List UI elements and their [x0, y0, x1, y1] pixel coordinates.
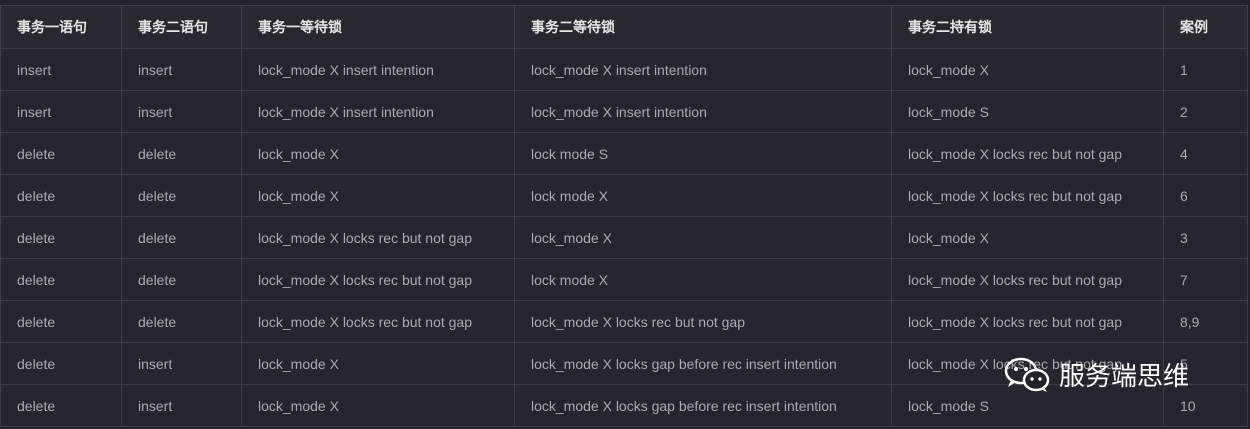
cell-tx1-waiting-lock: lock_mode X locks rec but not gap — [241, 300, 515, 343]
cell-tx2-waiting-lock: lock mode X — [514, 258, 892, 301]
cell-tx1-statement: delete — [0, 216, 122, 259]
cell-tx2-waiting-lock: lock_mode X locks gap before rec insert … — [514, 384, 892, 427]
cell-tx1-statement: delete — [0, 132, 122, 175]
cell-tx1-statement: delete — [0, 384, 122, 427]
cell-case: 7 — [1163, 258, 1248, 301]
cell-tx1-waiting-lock: lock_mode X — [241, 384, 515, 427]
table-row: insert insert lock_mode X insert intention… — [0, 90, 1248, 133]
header-tx2-waiting-lock: 事务二等待锁 — [514, 5, 892, 49]
cell-case: 2 — [1163, 90, 1248, 133]
table-row: delete delete lock_mode X locks rec but no… — [0, 300, 1248, 343]
cell-tx1-statement: delete — [0, 258, 122, 301]
cell-tx2-held-lock: lock_mode X locks rec but not gap — [891, 300, 1164, 343]
cell-tx2-statement: insert — [121, 90, 242, 133]
cell-tx2-held-lock: lock_mode X — [891, 216, 1164, 259]
table-row: delete delete lock_mode Xlock mode Slock_m… — [0, 132, 1248, 175]
cell-tx2-held-lock: lock_mode X locks rec but not gap — [891, 258, 1164, 301]
cell-tx2-waiting-lock: lock_mode X locks gap before rec insert … — [514, 342, 892, 385]
cell-tx2-statement: insert — [121, 48, 242, 91]
watermark: 服务端思维 — [1003, 354, 1189, 394]
table-row: delete delete lock_mode X locks rec but no… — [0, 258, 1248, 301]
cell-tx2-statement: delete — [121, 258, 242, 301]
table-row: delete delete lock_mode X locks rec but no… — [0, 216, 1248, 259]
cell-tx2-statement: insert — [121, 342, 242, 385]
header-tx2-statement: 事务二语句 — [121, 5, 242, 49]
cell-tx2-statement: delete — [121, 174, 242, 217]
header-tx2-held-lock: 事务二持有锁 — [891, 5, 1164, 49]
cell-tx2-waiting-lock: lock_mode X locks rec but not gap — [514, 300, 892, 343]
cell-tx1-waiting-lock: lock_mode X insert intention — [241, 48, 515, 91]
cell-tx1-statement: delete — [0, 174, 122, 217]
cell-tx1-waiting-lock: lock_mode X insert intention — [241, 90, 515, 133]
cell-tx1-waiting-lock: lock_mode X locks rec but not gap — [241, 258, 515, 301]
cell-tx2-waiting-lock: lock mode X — [514, 174, 892, 217]
cell-tx2-waiting-lock: lock_mode X — [514, 216, 892, 259]
header-case: 案例 — [1163, 5, 1248, 49]
cell-case: 6 — [1163, 174, 1248, 217]
cell-tx2-statement: delete — [121, 216, 242, 259]
cell-tx1-waiting-lock: lock_mode X — [241, 174, 515, 217]
cell-tx1-waiting-lock: lock_mode X locks rec but not gap — [241, 216, 515, 259]
cell-case: 4 — [1163, 132, 1248, 175]
cell-tx2-held-lock: lock_mode X — [891, 48, 1164, 91]
cell-case: 1 — [1163, 48, 1248, 91]
table-header-row: 事务一语句 事务二语句 事务一等待锁 事务二等待锁 事务二持有锁 案例 — [0, 5, 1248, 49]
cell-tx2-held-lock: lock_mode X locks rec but not gap — [891, 132, 1164, 175]
cell-tx2-waiting-lock: lock_mode X insert intention — [514, 48, 892, 91]
header-tx1-statement: 事务一语句 — [0, 5, 122, 49]
cell-tx2-statement: delete — [121, 132, 242, 175]
watermark-text: 服务端思维 — [1059, 361, 1190, 392]
cell-tx2-held-lock: lock_mode X locks rec but not gap — [891, 174, 1164, 217]
cell-tx2-waiting-lock: lock mode S — [514, 132, 892, 175]
cell-tx1-waiting-lock: lock_mode X — [241, 132, 515, 175]
header-tx1-waiting-lock: 事务一等待锁 — [241, 5, 515, 49]
cell-tx1-statement: insert — [0, 90, 122, 133]
cell-tx1-waiting-lock: lock_mode X — [241, 342, 515, 385]
cell-tx1-statement: delete — [0, 342, 122, 385]
cell-case: 8,9 — [1163, 300, 1248, 343]
cell-tx1-statement: insert — [0, 48, 122, 91]
cell-case: 3 — [1163, 216, 1248, 259]
cell-tx1-statement: delete — [0, 300, 122, 343]
wechat-icon — [1003, 354, 1053, 394]
table-row: delete delete lock_mode Xlock mode Xlock_m… — [0, 174, 1248, 217]
cell-tx2-statement: delete — [121, 300, 242, 343]
cell-tx2-held-lock: lock_mode S — [891, 90, 1164, 133]
table-row: insert insert lock_mode X insert intention… — [0, 48, 1248, 91]
cell-tx2-statement: insert — [121, 384, 242, 427]
cell-tx2-waiting-lock: lock_mode X insert intention — [514, 90, 892, 133]
